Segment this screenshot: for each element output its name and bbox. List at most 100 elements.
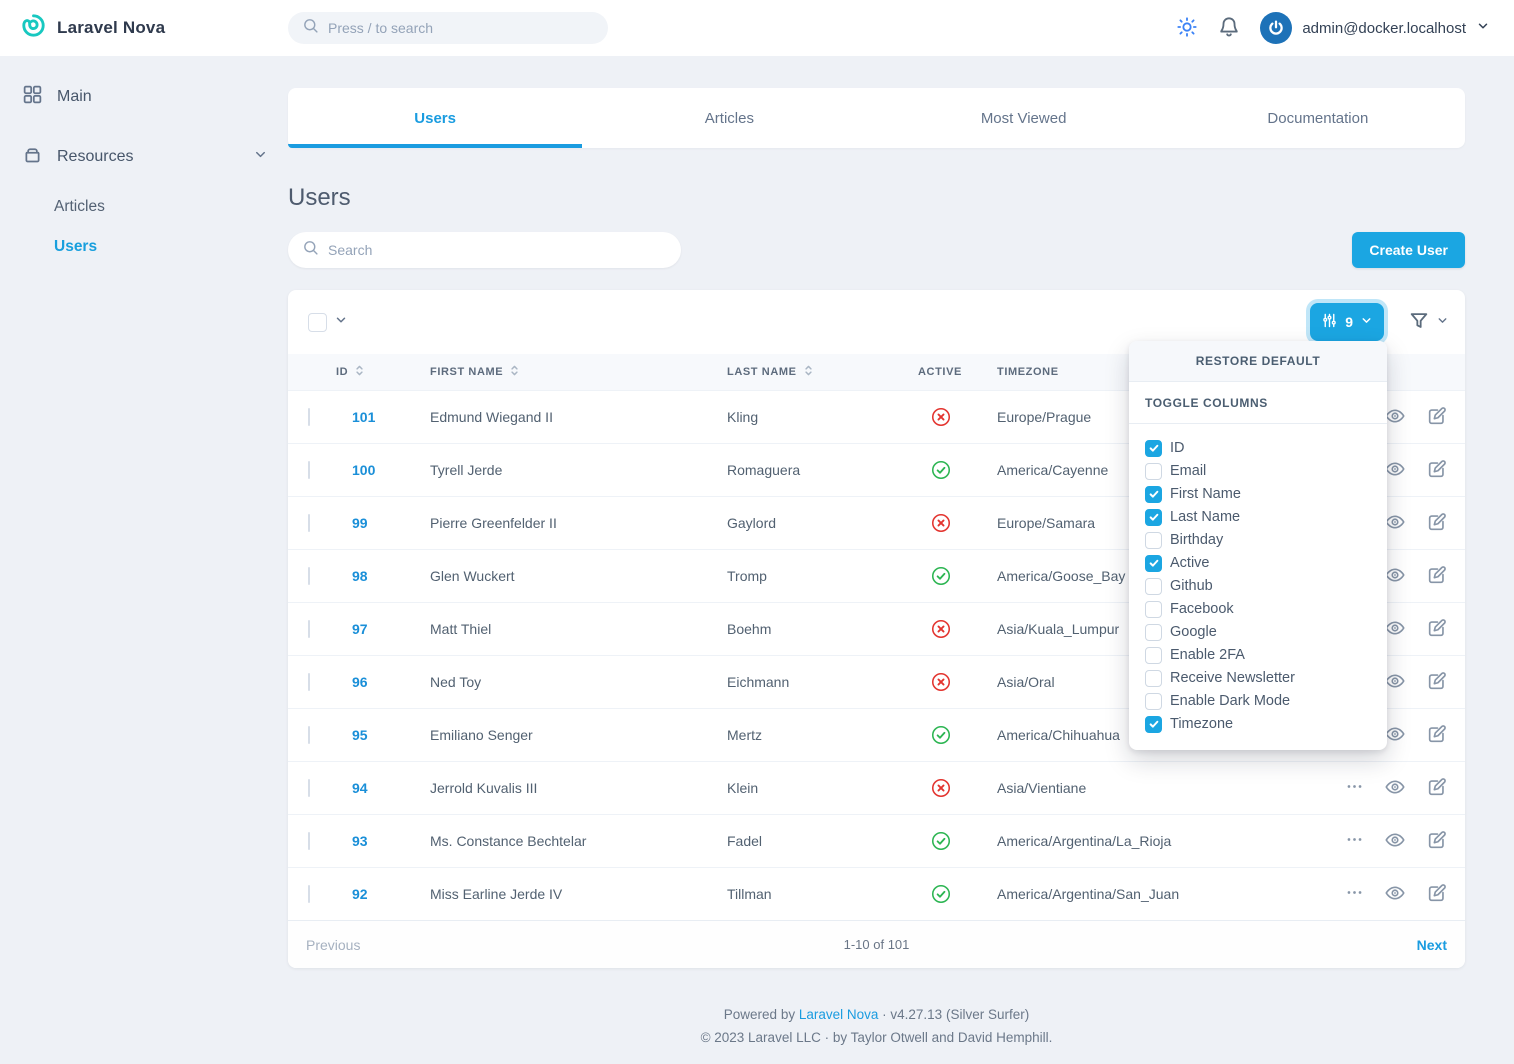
view-button[interactable]	[1384, 776, 1406, 801]
row-checkbox[interactable]	[308, 832, 310, 850]
toggle-columns-button[interactable]: 9	[1310, 303, 1384, 341]
sidebar-item-articles[interactable]: Articles	[54, 198, 268, 216]
column-toggle-item[interactable]: ID	[1145, 438, 1371, 458]
column-header[interactable]: FIRST NAME	[430, 364, 727, 380]
tab-most-viewed[interactable]: Most Viewed	[877, 88, 1171, 148]
row-actions-button[interactable]	[1345, 883, 1364, 905]
select-all-checkbox[interactable]	[308, 313, 327, 332]
row-id-link[interactable]: 100	[352, 462, 375, 478]
checkbox[interactable]	[1145, 555, 1162, 572]
view-button[interactable]	[1384, 458, 1406, 483]
chevron-down-icon[interactable]	[253, 147, 268, 167]
column-toggle-item[interactable]: Enable Dark Mode	[1145, 691, 1371, 711]
user-menu[interactable]: admin@docker.localhost	[1260, 12, 1490, 44]
view-button[interactable]	[1384, 564, 1406, 589]
edit-button[interactable]	[1426, 882, 1448, 907]
row-checkbox[interactable]	[308, 779, 310, 797]
row-checkbox[interactable]	[308, 408, 310, 426]
row-checkbox[interactable]	[308, 514, 310, 532]
row-id-link[interactable]: 95	[352, 727, 368, 743]
row-id-link[interactable]: 99	[352, 515, 368, 531]
checkbox[interactable]	[1145, 647, 1162, 664]
column-header[interactable]: ACTIVE	[918, 366, 997, 378]
restore-default-button[interactable]: RESTORE DEFAULT	[1129, 341, 1387, 382]
row-checkbox[interactable]	[308, 567, 310, 585]
filter-button[interactable]	[1408, 310, 1449, 335]
checkbox[interactable]	[1145, 486, 1162, 503]
row-id-link[interactable]: 94	[352, 780, 368, 796]
sort-arrows-icon[interactable]	[353, 364, 366, 380]
edit-button[interactable]	[1426, 723, 1448, 748]
sort-arrows-icon[interactable]	[802, 364, 815, 380]
sidebar-item-users[interactable]: Users	[54, 238, 268, 256]
row-id-link[interactable]: 92	[352, 886, 368, 902]
checkbox[interactable]	[1145, 578, 1162, 595]
global-search[interactable]	[288, 12, 608, 44]
row-checkbox[interactable]	[308, 885, 310, 903]
row-id-link[interactable]: 101	[352, 409, 375, 425]
sidebar-item-main[interactable]: Main	[22, 84, 268, 110]
checkbox[interactable]	[1145, 509, 1162, 526]
column-toggle-item[interactable]: First Name	[1145, 484, 1371, 504]
column-toggle-item[interactable]: Last Name	[1145, 507, 1371, 527]
edit-button[interactable]	[1426, 405, 1448, 430]
create-user-button[interactable]: Create User	[1352, 232, 1465, 268]
checkbox[interactable]	[1145, 463, 1162, 480]
view-button[interactable]	[1384, 829, 1406, 854]
column-toggle-item[interactable]: Timezone	[1145, 714, 1371, 734]
view-button[interactable]	[1384, 670, 1406, 695]
column-toggle-item[interactable]: Enable 2FA	[1145, 645, 1371, 665]
tab-users[interactable]: Users	[288, 88, 582, 148]
row-checkbox[interactable]	[308, 673, 310, 691]
row-checkbox[interactable]	[308, 461, 310, 479]
edit-button[interactable]	[1426, 617, 1448, 642]
sort-arrows-icon[interactable]	[508, 364, 521, 380]
resource-search[interactable]	[288, 232, 681, 268]
row-id-link[interactable]: 93	[352, 833, 368, 849]
row-id-link[interactable]: 97	[352, 621, 368, 637]
chevron-down-icon[interactable]	[334, 313, 348, 332]
resource-search-input[interactable]	[328, 242, 667, 258]
checkbox[interactable]	[1145, 693, 1162, 710]
checkbox[interactable]	[1145, 440, 1162, 457]
column-toggle-item[interactable]: Google	[1145, 622, 1371, 642]
edit-button[interactable]	[1426, 564, 1448, 589]
row-actions-button[interactable]	[1345, 777, 1364, 799]
column-toggle-item[interactable]: Active	[1145, 553, 1371, 573]
notifications-button[interactable]	[1218, 16, 1240, 41]
edit-button[interactable]	[1426, 829, 1448, 854]
brand[interactable]: Laravel Nova	[20, 12, 288, 44]
tab-documentation[interactable]: Documentation	[1171, 88, 1465, 148]
view-button[interactable]	[1384, 511, 1406, 536]
row-checkbox[interactable]	[308, 620, 310, 638]
checkbox[interactable]	[1145, 624, 1162, 641]
checkbox[interactable]	[1145, 601, 1162, 618]
row-id-link[interactable]: 96	[352, 674, 368, 690]
column-toggle-item[interactable]: Receive Newsletter	[1145, 668, 1371, 688]
edit-button[interactable]	[1426, 776, 1448, 801]
checkbox[interactable]	[1145, 670, 1162, 687]
edit-button[interactable]	[1426, 458, 1448, 483]
global-search-input[interactable]	[328, 20, 594, 36]
checkbox[interactable]	[1145, 716, 1162, 733]
view-button[interactable]	[1384, 405, 1406, 430]
column-toggle-item[interactable]: Facebook	[1145, 599, 1371, 619]
tab-articles[interactable]: Articles	[582, 88, 876, 148]
checkbox[interactable]	[1145, 532, 1162, 549]
row-checkbox[interactable]	[308, 726, 310, 744]
column-header[interactable]: LAST NAME	[727, 364, 918, 380]
column-toggle-item[interactable]: Birthday	[1145, 530, 1371, 550]
view-button[interactable]	[1384, 617, 1406, 642]
view-button[interactable]	[1384, 882, 1406, 907]
sidebar-item-resources[interactable]: Resources	[22, 144, 268, 170]
laravel-nova-link[interactable]: Laravel Nova	[799, 1007, 879, 1022]
column-header[interactable]: ID	[336, 364, 430, 380]
row-id-link[interactable]: 98	[352, 568, 368, 584]
column-toggle-item[interactable]: Github	[1145, 576, 1371, 596]
edit-button[interactable]	[1426, 670, 1448, 695]
view-button[interactable]	[1384, 723, 1406, 748]
edit-button[interactable]	[1426, 511, 1448, 536]
theme-toggle-button[interactable]	[1176, 16, 1198, 41]
row-actions-button[interactable]	[1345, 830, 1364, 852]
column-toggle-item[interactable]: Email	[1145, 461, 1371, 481]
